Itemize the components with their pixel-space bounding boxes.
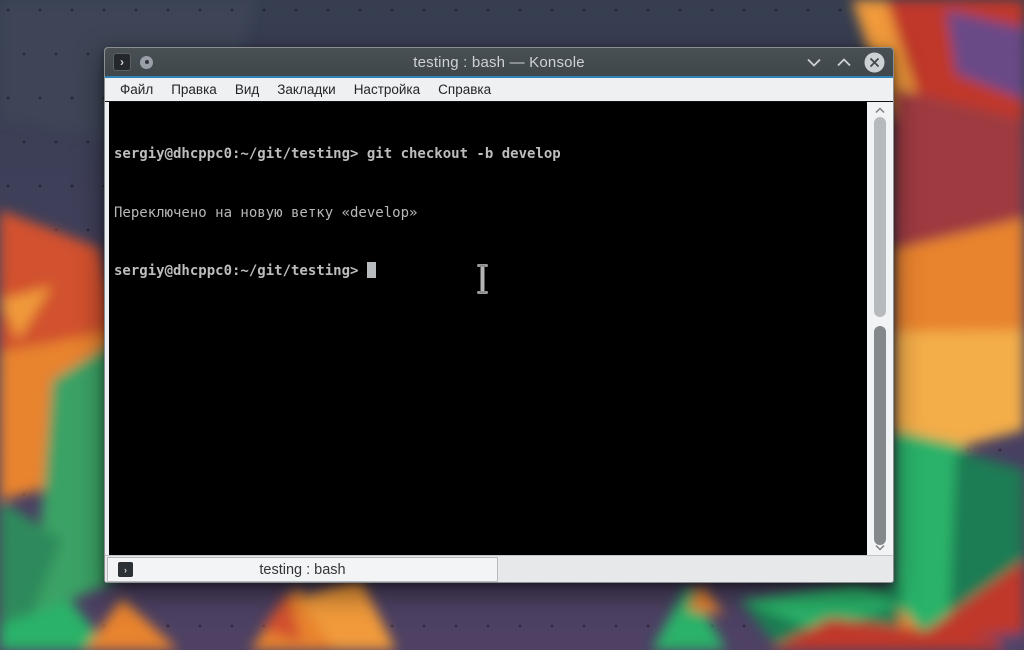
- tab-label: testing : bash: [259, 562, 345, 578]
- menu-file[interactable]: Файл: [111, 78, 162, 102]
- titlebar[interactable]: › testing : bash — Konsole: [105, 48, 893, 78]
- close-icon[interactable]: [863, 51, 885, 73]
- scrollbar[interactable]: [867, 102, 893, 555]
- window-title: testing : bash — Konsole: [105, 54, 893, 71]
- menu-edit[interactable]: Правка: [162, 78, 226, 102]
- desktop: › testing : bash — Konsole: [0, 0, 1024, 650]
- terminal-line: Переключено на новую ветку «develop»: [114, 204, 865, 224]
- scroll-down-icon[interactable]: [867, 541, 893, 553]
- terminal-cursor: [367, 262, 376, 278]
- tabbar: › testing : bash: [105, 555, 893, 582]
- pin-icon[interactable]: [140, 56, 153, 69]
- terminal-output[interactable]: sergiy@dhcppc0:~/git/testing> git checko…: [109, 102, 867, 555]
- menu-help[interactable]: Справка: [429, 78, 500, 102]
- terminal-line: sergiy@dhcppc0:~/git/testing> git checko…: [114, 145, 865, 165]
- scrollbar-thumb[interactable]: [874, 326, 886, 545]
- menubar: Файл Правка Вид Закладки Настройка Справ…: [105, 78, 893, 102]
- terminal-prompt-line: sergiy@dhcppc0:~/git/testing>: [114, 262, 865, 282]
- terminal-region: sergiy@dhcppc0:~/git/testing> git checko…: [105, 102, 893, 555]
- menu-settings[interactable]: Настройка: [345, 78, 429, 102]
- scrollbar-track-segment[interactable]: [874, 117, 886, 317]
- menu-view[interactable]: Вид: [226, 78, 268, 102]
- maximize-icon[interactable]: [833, 51, 855, 73]
- scroll-up-icon[interactable]: [867, 104, 893, 116]
- menu-bookmarks[interactable]: Закладки: [268, 78, 344, 102]
- minimize-icon[interactable]: [803, 51, 825, 73]
- konsole-app-icon[interactable]: ›: [113, 53, 131, 71]
- tab-testing-bash[interactable]: › testing : bash: [107, 557, 498, 582]
- terminal-tab-icon: ›: [118, 562, 133, 577]
- konsole-window: › testing : bash — Konsole: [104, 47, 894, 583]
